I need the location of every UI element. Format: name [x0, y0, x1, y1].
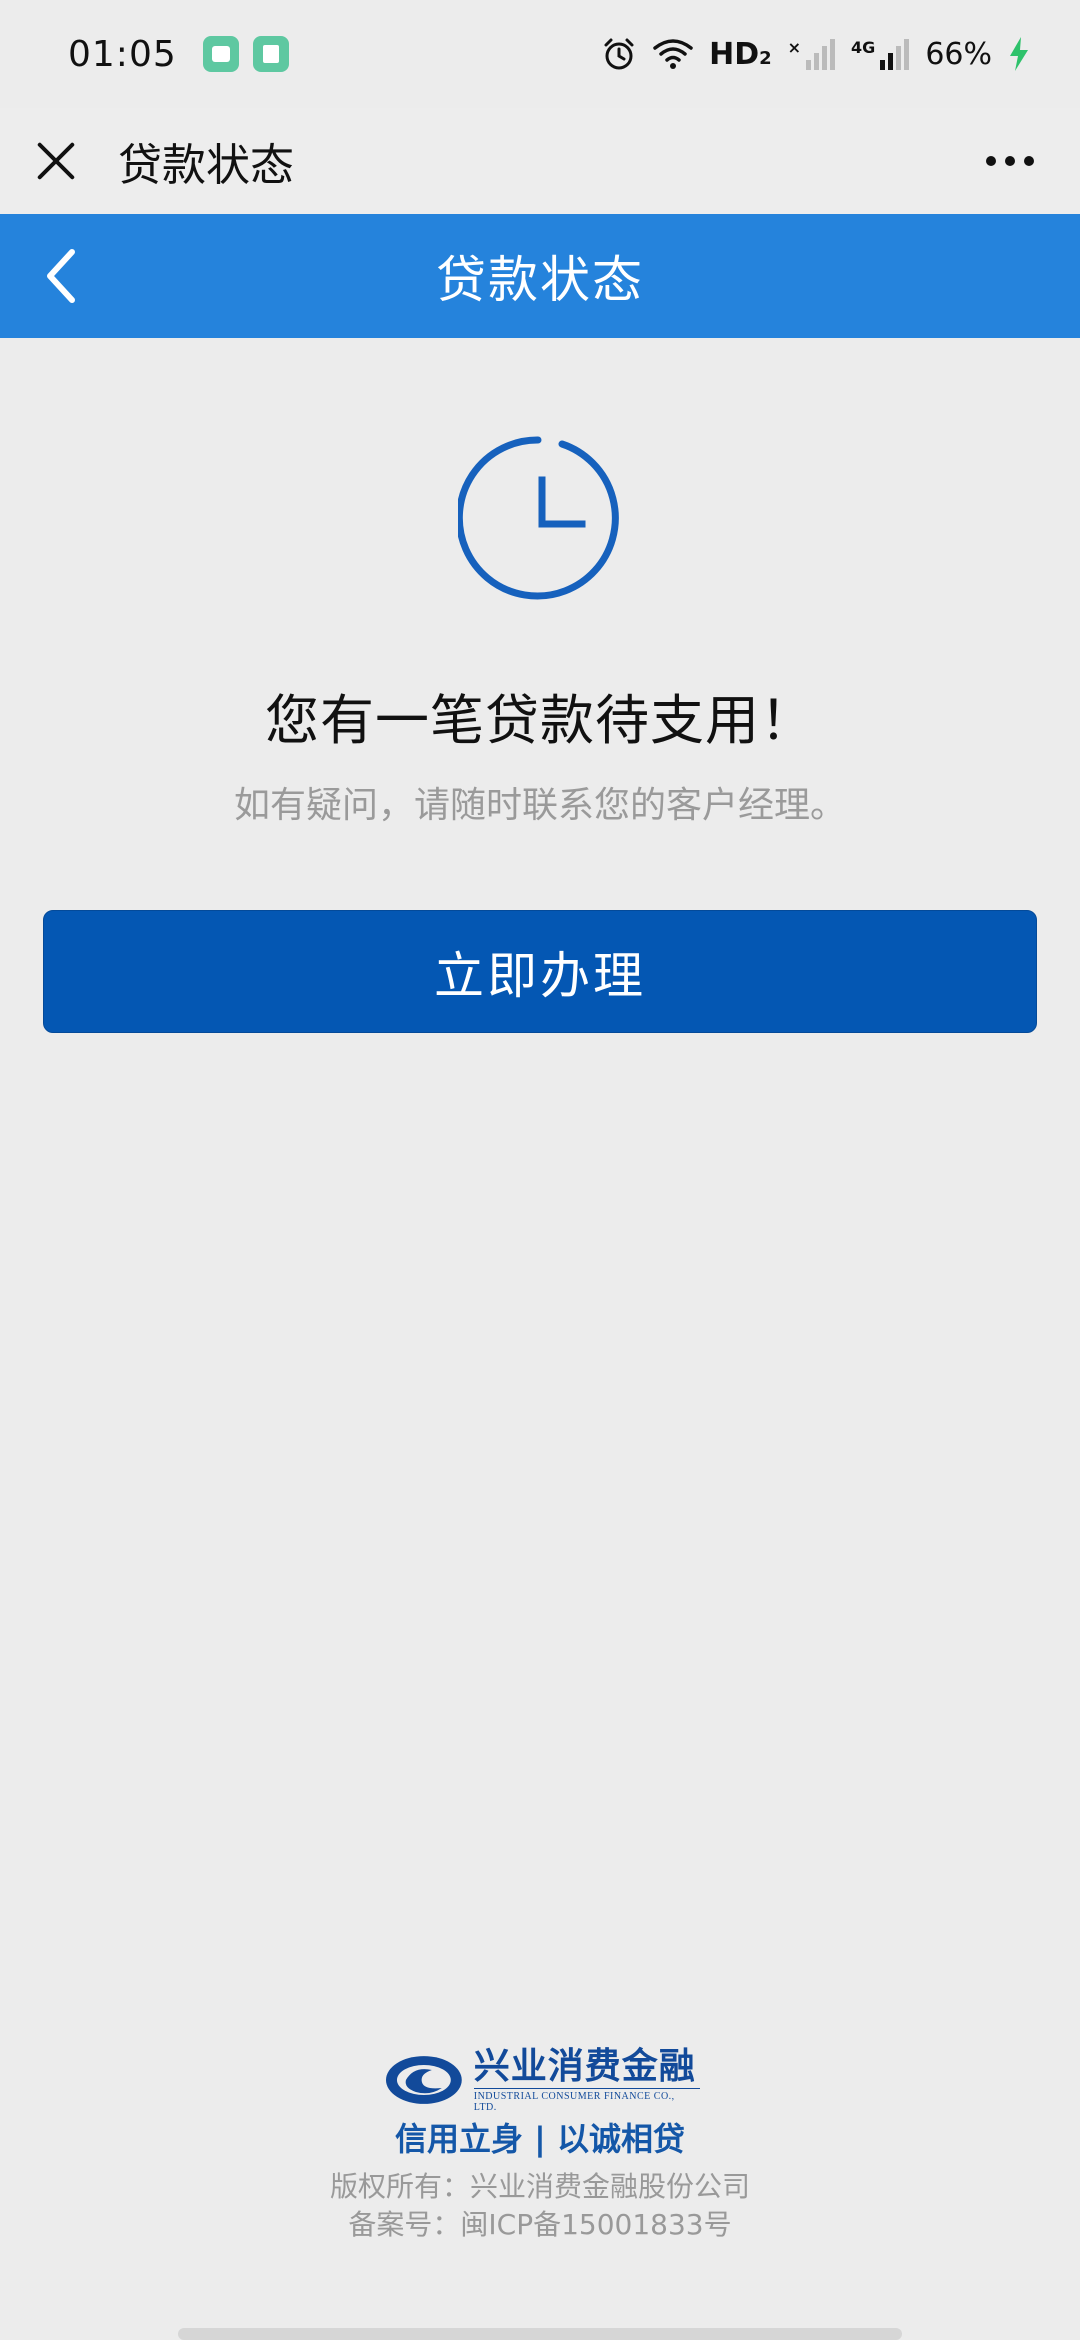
copyright-text: 版权所有：兴业消费金融股份公司	[329, 2170, 750, 2203]
status-right: HD2 × 4G 66%	[601, 36, 1030, 72]
close-button[interactable]	[34, 139, 78, 183]
company-slogan: 信用立身 | 以诚相贷	[395, 2120, 685, 2158]
notification-icons	[202, 36, 289, 72]
back-arrow-icon[interactable]	[40, 246, 84, 306]
bank-notification-icon	[252, 36, 289, 72]
copyright-block: 版权所有：兴业消费金融股份公司 备案号：闽ICP备15001833号	[0, 2168, 1080, 2244]
company-logo: 兴业消费金融 INDUSTRIAL CONSUMER FINANCE CO., …	[384, 2044, 700, 2113]
battery-percent: 66%	[925, 36, 992, 72]
charging-icon	[1010, 37, 1028, 71]
apply-now-button[interactable]: 立即办理	[43, 910, 1037, 1033]
logo-mark-icon	[385, 2056, 462, 2104]
app-notification-icon	[202, 36, 239, 72]
page-title: 贷款状态	[436, 251, 644, 309]
status-bar: 01:05 HD2 × 4G 66%	[0, 0, 1080, 108]
nav-header: 贷款状态	[0, 214, 1080, 338]
network-type: HD2	[709, 37, 772, 72]
alarm-icon	[604, 38, 634, 70]
status-headline: 您有一笔贷款待支用！	[265, 689, 815, 752]
dot-icon	[1024, 156, 1034, 166]
signal-1-icon: ×	[788, 38, 836, 70]
dot-icon	[986, 156, 996, 166]
page: 01:05 HD2 × 4G 66% 贷款状态 贷款状态 您有一笔贷款待支用！ …	[0, 0, 1080, 2340]
icp-text: 备案号：闽ICP备15001833号	[348, 2208, 732, 2241]
home-indicator[interactable]	[178, 2328, 902, 2340]
title-bar: 贷款状态	[0, 108, 1080, 214]
window-title: 贷款状态	[118, 140, 294, 191]
more-menu-button[interactable]	[986, 156, 1034, 166]
signal-2-label: 4G	[851, 38, 876, 57]
network-type-label: HD	[709, 36, 760, 72]
signal-2-icon: 4G	[851, 38, 910, 70]
dot-icon	[1005, 156, 1015, 166]
logo-en-text: INDUSTRIAL CONSUMER FINANCE CO., LTD.	[473, 2087, 700, 2113]
clock-icon	[458, 436, 619, 600]
logo-cn-text: 兴业消费金融	[473, 2044, 696, 2087]
status-time: 01:05	[68, 33, 177, 75]
network-type-sub: 2	[759, 47, 772, 69]
status-subline: 如有疑问，请随时联系您的客户经理。	[233, 785, 846, 826]
wifi-icon	[653, 39, 693, 69]
